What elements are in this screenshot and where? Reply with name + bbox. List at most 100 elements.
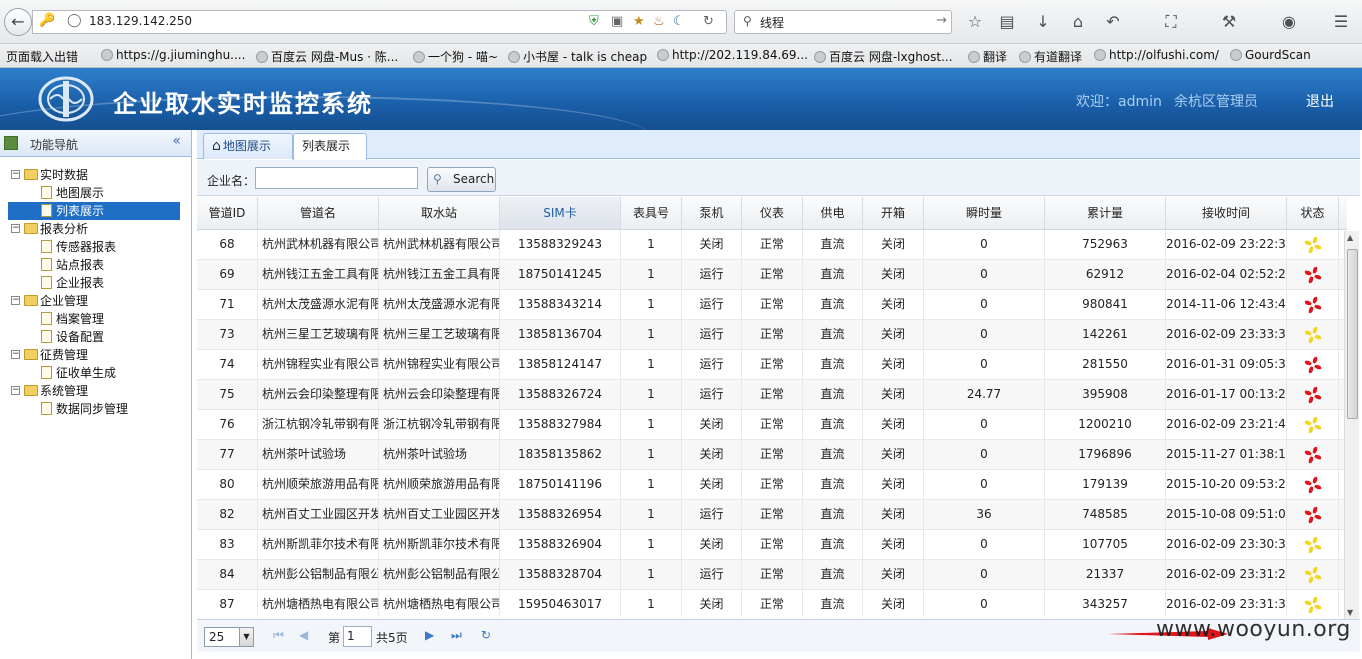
column-header[interactable]: 开箱 [863,197,924,229]
tree-item[interactable]: 站点报表 [0,256,190,274]
table-row[interactable]: 77 杭州茶叶试验场 杭州茶叶试验场 18358135862 1 关闭 正常 直流 关闭 0 179… [197,440,1347,470]
collapse-toggle-icon[interactable]: − [11,296,20,305]
tree-folder[interactable]: − 实时数据 [0,166,190,184]
tree-item[interactable]: 设备配置 [0,328,190,346]
first-page-icon[interactable]: ⏮ [273,628,284,643]
table-row[interactable]: 84 杭州彭公铝制品有限公 杭州彭公铝制品有限公 13588328704 1 运行 正常 直流… [197,560,1347,590]
last-page-icon[interactable]: ⏭ [451,628,462,643]
search-go-icon[interactable]: → [936,13,947,28]
collapse-toggle-icon[interactable]: − [11,224,20,233]
bookmark-item[interactable]: http://olfushi.com/ [1094,48,1219,62]
menu-icon[interactable]: ☰ [1330,12,1352,31]
tree-folder[interactable]: − 征费管理 [0,346,190,364]
collapse-toggle-icon[interactable]: − [11,350,20,359]
bookmark-item[interactable]: https://g.jiuminghu.... [101,48,245,62]
column-header[interactable]: 瞬时量 [924,197,1045,229]
table-row[interactable]: 76 浙江杭钢冷轧带钢有限 浙江杭钢冷轧带钢有限 13588327984 1 关闭 正常 直流… [197,410,1347,440]
column-header[interactable]: 累计量 [1045,197,1166,229]
java-icon[interactable]: ♨ [653,14,665,29]
table-cell: 2015-10-20 09:53:20 [1166,470,1287,500]
tree-item[interactable]: 征收单生成 [0,364,190,382]
tree-folder[interactable]: − 报表分析 [0,220,190,238]
home-icon[interactable]: ⌂ [1067,12,1089,31]
column-header[interactable]: 管道名 [258,197,379,229]
crop-icon[interactable]: ⛶ [1160,12,1182,32]
scroll-down-icon[interactable]: ▼ [1347,608,1353,617]
scroll-up-icon[interactable]: ▲ [1347,233,1353,242]
bookmark-item[interactable]: GourdScan [1230,48,1311,62]
scroll-thumb[interactable] [1347,249,1358,419]
column-header[interactable]: SIM卡 [500,197,621,229]
bookmark-item[interactable]: 翻译 [968,48,1007,65]
bookmark-star-icon[interactable]: ☆ [964,12,986,31]
qr-icon[interactable]: ▣ [611,14,623,29]
bookmark-item[interactable]: 页面载入出错 [6,48,78,65]
table-row[interactable]: 74 杭州锦程实业有限公司 杭州锦程实业有限公司 13858124147 1 运行 正常 直流… [197,350,1347,380]
vertical-scrollbar[interactable]: ▲ ▼ [1344,231,1359,619]
bookmark-item[interactable]: 百度云 网盘-Mus · 陈... [256,48,398,65]
column-header[interactable]: 接收时间 [1166,197,1287,229]
table-cell: 运行 [682,560,742,590]
page-input[interactable]: 1 [343,626,372,647]
refresh-icon[interactable]: ↻ [481,628,491,642]
collapse-toggle-icon[interactable]: − [11,386,20,395]
column-header[interactable]: 泵机 [682,197,742,229]
tab-map[interactable]: ⌂ 地图展示 [203,133,293,159]
logout-link[interactable]: 退出 [1306,91,1334,111]
table-row[interactable]: 80 杭州顺荣旅游用品有限 杭州顺荣旅游用品有限 18750141196 1 关闭 正常 直流… [197,470,1347,500]
bookmark-item[interactable]: 百度云 网盘-lxghost... [814,48,953,65]
tree-item[interactable]: 列表展示 [0,202,190,220]
column-header[interactable]: 状态 [1287,197,1339,229]
collapse-toggle-icon[interactable]: − [11,170,20,179]
tree-item[interactable]: 企业报表 [0,274,190,292]
search-bar[interactable]: ⚲ 线程 → [734,10,952,34]
table-cell: 142261 [1045,320,1166,350]
table-row[interactable]: 68 杭州武林机器有限公司 杭州武林机器有限公司 13588329243 1 关闭 正常 直流… [197,230,1347,260]
table-row[interactable]: 82 杭州百丈工业园区开发 杭州百丈工业园区开发 13588326954 1 运行 正常 直流… [197,500,1347,530]
reload-icon[interactable]: ↻ [703,14,714,29]
table-row[interactable]: 69 杭州钱江五金工具有限 杭州钱江五金工具有限 18750141245 1 运行 正常 直流… [197,260,1347,290]
table-row[interactable]: 71 杭州太茂盛源水泥有限 杭州太茂盛源水泥有限 13588343214 1 运行 正常 直流… [197,290,1347,320]
table-row[interactable]: 73 杭州三星工艺玻璃有限 杭州三星工艺玻璃有限 13858136704 1 运行 正常 直流… [197,320,1347,350]
column-header[interactable]: 表具号 [621,197,682,229]
table-cell: 杭州斯凯菲尔技术有限 [379,530,500,560]
tree-item[interactable]: 地图展示 [0,184,190,202]
bookmarks-list-icon[interactable]: ▤ [996,12,1018,31]
collapse-icon[interactable]: « [172,133,181,149]
tab-strip: ⌂地图展示 列表展示× [197,130,1360,177]
table-cell: 1 [621,560,682,590]
column-header[interactable]: 取水站 [379,197,500,229]
company-input[interactable] [255,167,418,189]
column-header[interactable]: 仪表 [742,197,803,229]
download-icon[interactable]: ↓ [1032,12,1054,31]
column-header[interactable]: 供电 [803,197,863,229]
table-row[interactable]: 83 杭州斯凯菲尔技术有限 杭州斯凯菲尔技术有限 13588326904 1 关闭 正常 直流… [197,530,1347,560]
tree-item[interactable]: 数据同步管理 [0,400,190,418]
tree-folder[interactable]: − 企业管理 [0,292,190,310]
addon-icon[interactable]: ★ [633,14,645,29]
moon-icon[interactable]: ☾ [673,14,685,29]
search-button[interactable]: ⚲ Search [427,167,496,192]
undo-icon[interactable]: ↶ [1102,12,1124,31]
tab-list[interactable]: 列表展示× [293,133,367,177]
bookmark-item[interactable]: http://202.119.84.69... [657,48,808,62]
page-size-select[interactable]: 25 ▼ [204,627,254,647]
table-cell: 21337 [1045,560,1166,590]
prev-page-icon[interactable]: ◀ [299,628,308,642]
table-row[interactable]: 75 杭州云会印染整理有限 杭州云会印染整理有限 13588326724 1 运行 正常 直流… [197,380,1347,410]
tree-folder[interactable]: − 系统管理 [0,382,190,400]
back-button[interactable]: ← [4,8,32,36]
tool-icon[interactable]: ⚒ [1218,12,1240,31]
profile-icon[interactable]: ◉ [1278,12,1300,31]
tree-item[interactable]: 档案管理 [0,310,190,328]
tree-item[interactable]: 传感器报表 [0,238,190,256]
table-row[interactable]: 87 杭州塘栖热电有限公司 杭州塘栖热电有限公司 15950463017 1 关闭 正常 直流… [197,590,1347,617]
next-page-icon[interactable]: ▶ [425,628,434,642]
column-header[interactable]: 管道ID [197,197,258,229]
table-cell: 13858124147 [500,350,621,380]
table-cell: 正常 [742,500,803,530]
url-bar[interactable]: 🔑 ◯ 183.129.142.250 ⛨ ▣ ★ ♨ ☾ ↻ [32,10,727,34]
bookmark-item[interactable]: 小书屋 - talk is cheap [508,48,647,65]
bookmark-item[interactable]: 一个狗 - 喵~ [413,48,498,65]
bookmark-item[interactable]: 有道翻译 [1019,48,1082,65]
